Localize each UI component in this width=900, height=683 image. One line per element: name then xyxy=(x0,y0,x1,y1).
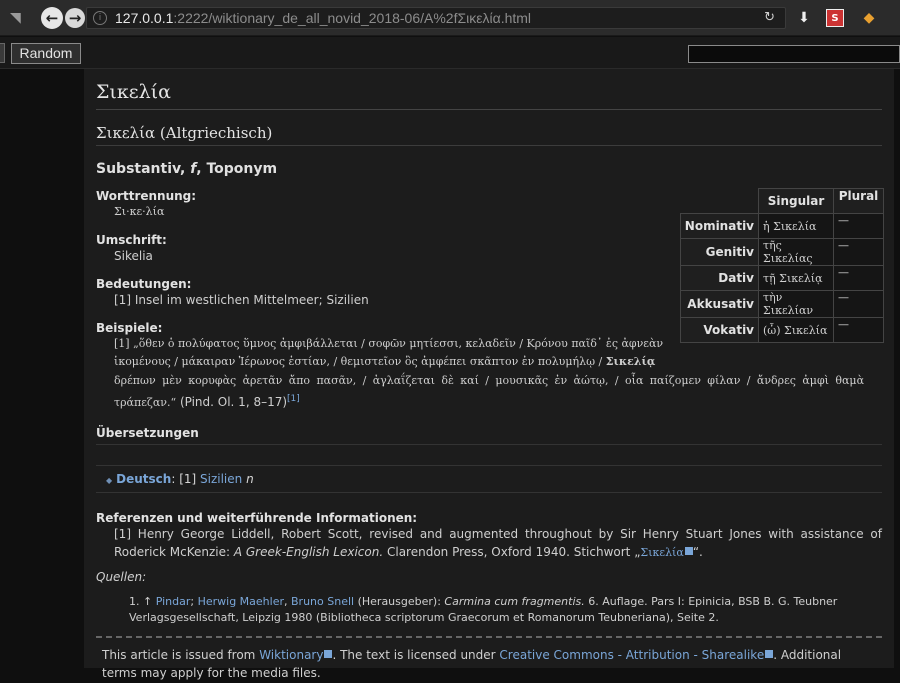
beispiel-text: [1] „ὅθεν ὁ πολύφατος ὕμνος ἀμφιβάλλεται… xyxy=(96,335,864,412)
worttrennung-label: Worttrennung: xyxy=(96,189,197,203)
translation-language[interactable]: Deutsch xyxy=(116,472,171,486)
translation-box: ◆ Deutsch: [1] Sizilien n xyxy=(96,465,882,493)
license-footer: This article is issued from Wiktionary . … xyxy=(96,636,882,682)
search-input[interactable] xyxy=(688,45,900,63)
singular-form: τὴν Σικελίαν xyxy=(758,290,834,318)
reload-icon[interactable]: ↻ xyxy=(764,10,775,25)
col-plural: Plural xyxy=(833,188,884,214)
worttrennung-section: Worttrennung: Σι·κε·λία xyxy=(96,189,686,221)
translation-gender: n xyxy=(246,472,254,486)
random-button[interactable]: Random xyxy=(11,43,81,64)
url-bar[interactable]: i 127.0.0.1:2222/wiktionary_de_all_novid… xyxy=(86,7,786,29)
kiwix-toolbar: Random xyxy=(0,37,900,69)
ref-part: Clarendon Press, Oxford 1940. Stichwort … xyxy=(383,545,641,559)
author-link-maehler[interactable]: Herwig Maehler xyxy=(198,595,284,608)
beispiel-line-part: ἱκομένους / μάκαιραν Ἱέρωνος ἑστίαν, / θ… xyxy=(114,355,606,368)
home-button[interactable] xyxy=(0,43,5,63)
source-number[interactable]: 1. ↑ xyxy=(129,595,156,608)
part-of-speech-heading: Substantiv, f, Toponym xyxy=(96,161,882,177)
source-item: 1. ↑ Pindar; Herwig Maehler, Bruno Snell… xyxy=(96,594,882,626)
bedeutungen-section: Bedeutungen: [1] Insel im westlichen Mit… xyxy=(96,277,686,309)
footer-text: . The text is licensed under xyxy=(332,648,500,662)
singular-form: τῆς Σικελίας xyxy=(758,238,834,266)
ref-title: A Greek-English Lexicon. xyxy=(233,545,384,559)
inflection-corner xyxy=(680,188,760,214)
wiktionary-link[interactable]: Wiktionary xyxy=(259,648,323,662)
url-host: 127.0.0.1 xyxy=(115,10,174,26)
source-separator: ; xyxy=(190,595,198,608)
author-link-snell[interactable]: Bruno Snell xyxy=(291,595,354,608)
bedeutungen-value: [1] Insel im westlichen Mittelmeer; Sizi… xyxy=(114,293,369,307)
fox-extension-icon[interactable]: ◆ xyxy=(860,9,878,27)
author-link-pindar[interactable]: Pindar xyxy=(156,595,191,608)
source-separator: , xyxy=(284,595,292,608)
external-link-icon xyxy=(684,547,693,555)
url-text[interactable]: 127.0.0.1:2222/wiktionary_de_all_novid_2… xyxy=(115,10,531,26)
translation-sense: : [1] xyxy=(171,472,201,486)
umschrift-label: Umschrift: xyxy=(96,233,167,247)
plural-form: — xyxy=(833,290,884,318)
plural-form: — xyxy=(833,265,884,291)
extension-icon[interactable]: S xyxy=(826,9,844,27)
source-editor: (Herausgeber): xyxy=(354,595,445,608)
back-button[interactable]: ← xyxy=(41,7,63,29)
case-label: Vokativ xyxy=(679,317,760,343)
beispiel-line: ἱκομένους / μάκαιραν Ἱέρωνος ἑστίαν, / θ… xyxy=(114,353,676,371)
worttrennung-value: Σι·κε·λία xyxy=(114,205,165,218)
plural-form: — xyxy=(833,238,884,266)
footnote-link[interactable]: [1] xyxy=(287,394,300,404)
referenzen-heading: Referenzen und weiterführende Informatio… xyxy=(96,511,418,525)
pos-main: Substantiv, xyxy=(96,161,191,177)
browser-toolbar: ◥ ← → i 127.0.0.1:2222/wiktionary_de_all… xyxy=(0,0,900,36)
footer-text: This article is issued from xyxy=(102,648,260,662)
article-content: Σικελία Σικελία (Altgriechisch) Substant… xyxy=(84,69,894,680)
ref-part: “. xyxy=(692,545,703,559)
plural-form: — xyxy=(833,317,884,343)
language-heading: Σικελία (Altgriechisch) xyxy=(96,124,882,146)
forward-button[interactable]: → xyxy=(65,8,85,28)
pos-rest: , Toponym xyxy=(196,161,278,177)
quellen-label: Quellen: xyxy=(96,570,147,584)
umschrift-section: Umschrift: Sikelia xyxy=(96,233,686,265)
license-link[interactable]: Creative Commons - Attribution - Shareal… xyxy=(499,648,764,662)
beispiel-line: [1] „ὅθεν ὁ πολύφατος ὕμνος ἀμφιβάλλεται… xyxy=(114,337,664,350)
uebersetzungen-heading: Übersetzungen xyxy=(96,426,882,445)
bullet-icon: ◆ xyxy=(106,476,113,485)
beispiel-highlight: Σικελίᾳ xyxy=(605,355,656,368)
umschrift-value: Sikelia xyxy=(114,249,153,263)
inflection-table: Singular Plural Nominativ ἡ Σικελία — Ge… xyxy=(679,188,884,343)
external-link-icon xyxy=(765,650,774,658)
reference-text: [1] Henry George Liddell, Robert Scott, … xyxy=(96,525,882,562)
rss-icon[interactable]: ◥ xyxy=(10,10,26,26)
download-icon[interactable]: ⬇ xyxy=(795,9,813,27)
case-label: Dativ xyxy=(679,265,760,291)
singular-form: τῇ Σικελίᾳ xyxy=(758,265,834,291)
beispiel-citation: (Pind. Ol. 1, 8–17) xyxy=(179,395,288,409)
case-label: Nominativ xyxy=(679,213,760,239)
bedeutungen-label: Bedeutungen: xyxy=(96,277,192,291)
info-icon[interactable]: i xyxy=(93,11,107,25)
page-title: Σικελία xyxy=(96,69,882,110)
col-singular: Singular xyxy=(758,188,834,214)
translation-word-link[interactable]: Sizilien xyxy=(200,472,242,486)
ref-stichwort-link[interactable]: Σικελία xyxy=(640,546,683,559)
url-path: :2222/wiktionary_de_all_novid_2018-06/A%… xyxy=(173,10,532,26)
plural-form: — xyxy=(833,213,884,239)
case-label: Genitiv xyxy=(679,238,760,266)
singular-form: (ὦ) Σικελία xyxy=(758,317,834,343)
singular-form: ἡ Σικελία xyxy=(758,213,834,239)
source-title: Carmina cum fragmentis. xyxy=(444,595,585,608)
case-label: Akkusativ xyxy=(679,290,760,318)
